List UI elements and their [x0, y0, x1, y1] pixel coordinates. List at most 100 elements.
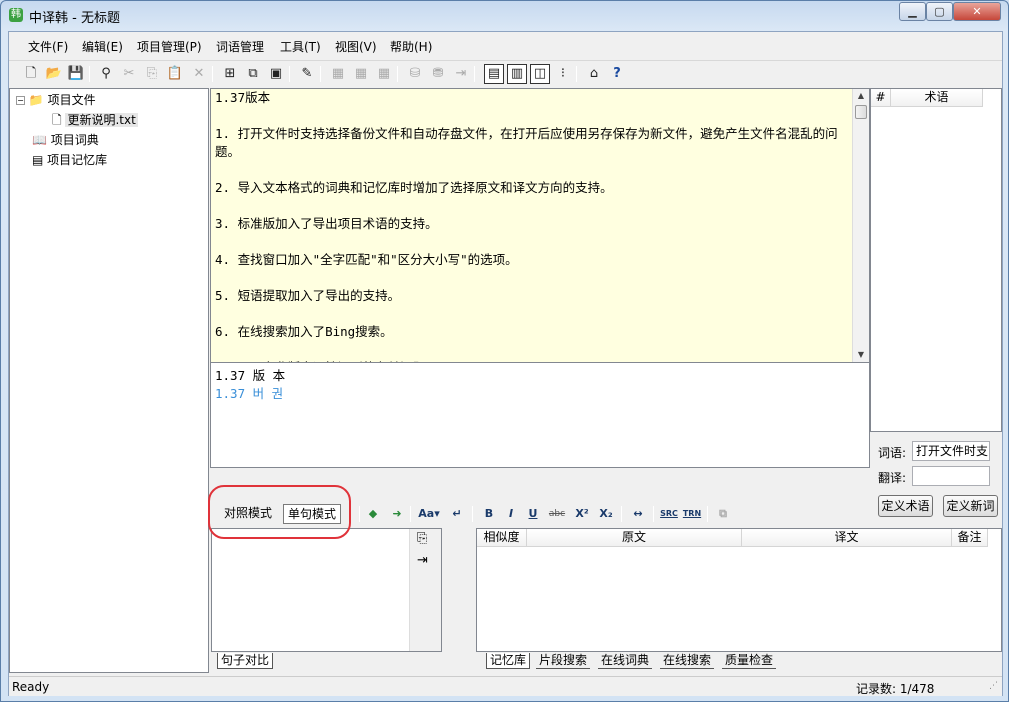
toolbar-separator [89, 66, 90, 82]
editor-paragraph: 4. 查找窗口加入"全字匹配"和"区分大小写"的选项。 [215, 252, 518, 267]
save-icon[interactable]: 💾 [66, 64, 86, 84]
toolbar-separator [359, 506, 360, 522]
bottom-tab[interactable]: 在线词典 [598, 653, 653, 669]
sentence-compare-panel[interactable]: ⎘ ⇥ [211, 528, 442, 652]
status-bar: Ready 记录数: 1/478 ⋰ [9, 676, 1002, 696]
toolbar-separator [320, 66, 321, 82]
scroll-down-icon[interactable]: ▼ [853, 348, 869, 362]
db-icon[interactable]: ⛁ [405, 64, 425, 84]
paste-icon[interactable]: 📋 [165, 64, 185, 84]
menu-edit[interactable]: 编辑(E) [82, 38, 123, 55]
properties-icon[interactable]: ▣ [266, 64, 286, 84]
toolbar-separator [397, 66, 398, 82]
strikethrough-button[interactable]: abc [546, 506, 568, 522]
import-icon[interactable]: ⊞ [220, 64, 240, 84]
scroll-thumb[interactable] [855, 105, 867, 119]
word-field[interactable]: 打开文件时支 [912, 441, 990, 461]
enter-icon[interactable]: ↵ [448, 506, 466, 522]
layout-1-icon[interactable]: ▤ [484, 64, 504, 84]
close-button[interactable]: ✕ [953, 2, 1001, 21]
font-size-dropdown[interactable]: Aa▾ [415, 506, 443, 522]
bottom-tab[interactable]: 在线搜索 [660, 653, 715, 669]
menu-file[interactable]: 文件(F) [28, 38, 68, 55]
underline-button[interactable]: U [524, 506, 542, 522]
resize-grip-icon[interactable]: ⋰ [989, 681, 998, 691]
insert-icon[interactable]: ⇥ [417, 553, 428, 568]
memory-col-header[interactable]: 备注 [952, 529, 988, 547]
italic-button[interactable]: I [502, 506, 520, 522]
tree-node-memory[interactable]: ▤ 项目记忆库 [32, 151, 107, 168]
tree-label-dictionary: 项目词典 [50, 133, 99, 147]
editor-paragraph: 5. 短语提取加入了导出的支持。 [215, 288, 401, 303]
bottom-tab[interactable]: 质量检查 [722, 653, 777, 669]
menu-view[interactable]: 视图(V) [335, 38, 377, 55]
delete-icon[interactable]: ✕ [189, 64, 209, 84]
tab-sentence-compare[interactable]: 句子对比 [217, 653, 274, 669]
side-button-strip: ⎘ ⇥ [409, 529, 441, 651]
copy-icon[interactable]: ⎘ [142, 64, 162, 84]
project-tree: − 📁 项目文件 🗋 更新说明.txt 📖 项目词典 ▤ 项目记忆库 [9, 88, 209, 673]
find-icon[interactable]: ⚲ [96, 64, 116, 84]
scroll-up-icon[interactable]: ▲ [853, 89, 869, 103]
layout-3-icon[interactable]: ◫ [530, 64, 550, 84]
disabled-c-icon[interactable]: ▦ [374, 64, 394, 84]
db-export-icon[interactable]: ⛃ [428, 64, 448, 84]
help-icon[interactable]: ? [607, 64, 627, 84]
bottom-tab[interactable]: 片段搜索 [536, 653, 591, 669]
bold-button[interactable]: B [480, 506, 498, 522]
tree-node-project-files[interactable]: − 📁 项目文件 [16, 91, 96, 108]
trn-button[interactable]: TRN [682, 506, 702, 522]
translation-preview[interactable]: 1.37 版 本 1.37 버 권 [210, 363, 870, 468]
memory-col-header[interactable]: 相似度 [477, 529, 527, 547]
toolbar-separator [653, 506, 654, 522]
disabled-a-icon[interactable]: ▦ [328, 64, 348, 84]
term-list[interactable]: # 术语 [870, 88, 1002, 432]
export-icon[interactable]: ⧉ [243, 64, 263, 84]
window-title: 中译韩 - 无标题 [29, 11, 120, 26]
menu-help[interactable]: 帮助(H) [390, 38, 432, 55]
define-word-button[interactable]: 定义新词 [943, 495, 998, 517]
src-button[interactable]: SRC [659, 506, 679, 522]
tree-node-file[interactable]: 🗋 更新说明.txt [52, 111, 138, 132]
editor-paragraph: 1.37版本 [215, 90, 271, 105]
toolbar-separator [410, 506, 411, 522]
copy-source-icon[interactable]: ⧉ [713, 506, 733, 522]
tree-node-dictionary[interactable]: 📖 项目词典 [32, 131, 99, 148]
width-icon[interactable]: ↔ [628, 506, 648, 522]
term-col-num[interactable]: # [871, 89, 891, 107]
superscript-button[interactable]: X² [572, 506, 592, 522]
memory-col-header[interactable]: 原文 [527, 529, 742, 547]
memory-table[interactable]: 相似度 原文 译文 备注 [476, 528, 1002, 652]
bottom-tab[interactable]: 记忆库 [486, 653, 531, 669]
editor-scrollbar[interactable]: ▲ ▼ [852, 89, 869, 362]
source-editor[interactable]: 1.37版本 1. 打开文件时支持选择备份文件和自动存盘文件，在打开后应使用另存保… [210, 88, 870, 363]
new-file-icon[interactable]: 🗋 [21, 64, 41, 84]
sentence-tabs: 句子对比 [211, 653, 442, 671]
layout-4-icon[interactable]: ⁝ [553, 64, 573, 84]
edit-icon[interactable]: ✎ [297, 64, 317, 84]
translation-field[interactable] [912, 466, 990, 486]
highlight-annotation [208, 485, 351, 539]
subscript-button[interactable]: X₂ [596, 506, 616, 522]
db-import-icon[interactable]: ⇥ [451, 64, 471, 84]
menu-tools[interactable]: 工具(T) [280, 38, 321, 55]
menu-terms[interactable]: 词语管理 [216, 38, 264, 55]
define-term-button[interactable]: 定义术语 [878, 495, 933, 517]
title-bar[interactable]: 韩 中译韩 - 无标题 ▁ ▢ ✕ [1, 1, 1008, 29]
collapse-icon[interactable]: − [16, 96, 25, 105]
arrow-left-icon[interactable]: ◆ [364, 506, 382, 522]
cut-icon[interactable]: ✂ [119, 64, 139, 84]
editor-content[interactable]: 1.37版本 1. 打开文件时支持选择备份文件和自动存盘文件，在打开后应使用另存保… [211, 89, 869, 362]
menu-project[interactable]: 项目管理(P) [137, 38, 202, 55]
memory-col-header[interactable]: 译文 [742, 529, 952, 547]
arrow-right-icon[interactable]: ➜ [388, 506, 406, 522]
copy-to-editor-icon[interactable]: ⎘ [417, 531, 427, 546]
tree-label-memory: 项目记忆库 [47, 153, 108, 167]
minimize-button[interactable]: ▁ [899, 2, 926, 21]
layout-2-icon[interactable]: ▥ [507, 64, 527, 84]
maximize-button[interactable]: ▢ [926, 2, 953, 21]
disabled-b-icon[interactable]: ▦ [351, 64, 371, 84]
open-folder-icon[interactable]: 📂 [44, 64, 64, 84]
term-col-term[interactable]: 术语 [891, 89, 983, 107]
home-icon[interactable]: ⌂ [584, 64, 604, 84]
